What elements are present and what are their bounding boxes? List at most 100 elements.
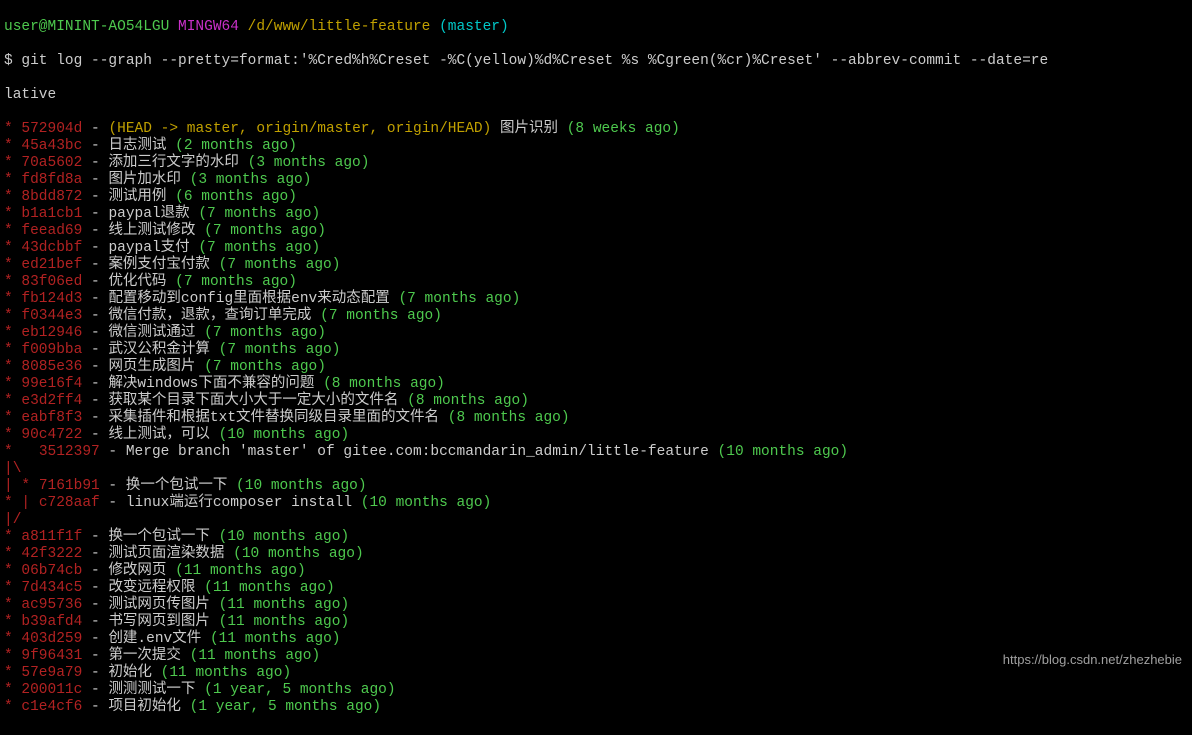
commit-time: (10 months ago) xyxy=(219,427,350,443)
commit-line: |/ xyxy=(4,512,1188,529)
separator: - xyxy=(82,172,108,188)
commit-message: 书写网页到图片 xyxy=(108,614,218,630)
commit-time: (10 months ago) xyxy=(236,478,367,494)
separator: - xyxy=(82,291,108,307)
graph-mark: * xyxy=(4,410,21,426)
git-log-output: * 572904d - (HEAD -> master, origin/mast… xyxy=(4,121,1188,716)
commit-time: (8 weeks ago) xyxy=(567,121,680,137)
graph-mark: * xyxy=(4,580,21,596)
commit-message: paypal支付 xyxy=(108,240,198,256)
graph-mark: * xyxy=(4,206,21,222)
commit-hash: c1e4cf6 xyxy=(21,699,82,715)
commit-time: (10 months ago) xyxy=(718,444,849,460)
separator: - xyxy=(82,614,108,630)
commit-line: * a811f1f - 换一个包试一下 (10 months ago) xyxy=(4,529,1188,546)
commit-hash: 45a43bc xyxy=(21,138,82,154)
graph-mark: * xyxy=(4,665,21,681)
commit-line: * e3d2ff4 - 获取某个目录下面大小大于一定大小的文件名 (8 mont… xyxy=(4,393,1188,410)
graph-mark: | * xyxy=(4,478,39,494)
graph-mark: * xyxy=(4,376,21,392)
commit-message: 武汉公积金计算 xyxy=(108,342,218,358)
separator: - xyxy=(82,206,108,222)
commit-hash: 7d434c5 xyxy=(21,580,82,596)
commit-time: (3 months ago) xyxy=(248,155,370,171)
commit-hash: fb124d3 xyxy=(21,291,82,307)
commit-message: 测测测试一下 xyxy=(108,682,204,698)
commit-line: * 42f3222 - 测试页面渲染数据 (10 months ago) xyxy=(4,546,1188,563)
commit-time: (7 months ago) xyxy=(198,206,320,222)
commit-time: (7 months ago) xyxy=(398,291,520,307)
commit-line: * 70a5602 - 添加三行文字的水印 (3 months ago) xyxy=(4,155,1188,172)
graph-mark: * xyxy=(4,172,21,188)
commit-time: (11 months ago) xyxy=(219,597,350,613)
separator: - xyxy=(82,138,108,154)
commit-message: 线上测试，可以 xyxy=(108,427,218,443)
separator: - xyxy=(82,393,108,409)
prompt-line: user@MININT-AO54LGU MINGW64 /d/www/littl… xyxy=(4,19,1188,36)
commit-hash: ed21bef xyxy=(21,257,82,273)
commit-hash: e3d2ff4 xyxy=(21,393,82,409)
prompt-branch: (master) xyxy=(439,19,509,35)
commit-time: (8 months ago) xyxy=(407,393,529,409)
separator: - xyxy=(82,699,108,715)
commit-time: (7 months ago) xyxy=(204,325,326,341)
prompt-mingw: MINGW64 xyxy=(178,19,239,35)
commit-message: linux端运行composer install xyxy=(126,495,361,511)
graph-mark: * xyxy=(4,325,21,341)
commit-hash: 7161b91 xyxy=(39,478,100,494)
commit-message: 配置移动到config里面根据env来动态配置 xyxy=(108,291,398,307)
graph-branch: |/ xyxy=(4,512,21,528)
command-line-wrap: lative xyxy=(4,87,1188,104)
commit-hash: f009bba xyxy=(21,342,82,358)
terminal-output[interactable]: user@MININT-AO54LGU MINGW64 /d/www/littl… xyxy=(0,0,1192,735)
graph-mark: * xyxy=(4,121,21,137)
commit-hash: 572904d xyxy=(21,121,82,137)
commit-hash: 8085e36 xyxy=(21,359,82,375)
graph-mark: * xyxy=(4,393,21,409)
separator: - xyxy=(82,665,108,681)
commit-line: * 8bdd872 - 测试用例 (6 months ago) xyxy=(4,189,1188,206)
commit-line: * 06b74cb - 修改网页 (11 months ago) xyxy=(4,563,1188,580)
separator: - xyxy=(82,274,108,290)
commit-line: * 200011c - 测测测试一下 (1 year, 5 months ago… xyxy=(4,682,1188,699)
command-line: $ git log --graph --pretty=format:'%Cred… xyxy=(4,53,1188,70)
commit-line: * ac95736 - 测试网页传图片 (11 months ago) xyxy=(4,597,1188,614)
commit-message: 解决windows下面不兼容的问题 xyxy=(108,376,323,392)
graph-mark: * xyxy=(4,699,21,715)
graph-mark: * xyxy=(4,138,21,154)
separator: - xyxy=(82,427,108,443)
commit-line: * fd8fd8a - 图片加水印 (3 months ago) xyxy=(4,172,1188,189)
separator: - xyxy=(100,495,126,511)
commit-time: (11 months ago) xyxy=(161,665,292,681)
prompt-user: user@MININT-AO54LGU xyxy=(4,19,169,35)
separator: - xyxy=(82,325,108,341)
graph-mark: * xyxy=(4,189,21,205)
separator: - xyxy=(82,529,108,545)
commit-message: 改变远程权限 xyxy=(108,580,204,596)
graph-mark: * xyxy=(4,359,21,375)
commit-time: (7 months ago) xyxy=(175,274,297,290)
commit-message: 创建.env文件 xyxy=(108,631,210,647)
separator: - xyxy=(82,359,108,375)
separator: - xyxy=(82,546,108,562)
commit-message: 测试网页传图片 xyxy=(108,597,218,613)
graph-mark: * xyxy=(4,597,21,613)
commit-line: | * 7161b91 - 换一个包试一下 (10 months ago) xyxy=(4,478,1188,495)
commit-line: * eb12946 - 微信测试通过 (7 months ago) xyxy=(4,325,1188,342)
commit-line: * 43dcbbf - paypal支付 (7 months ago) xyxy=(4,240,1188,257)
commit-line: * fb124d3 - 配置移动到config里面根据env来动态配置 (7 m… xyxy=(4,291,1188,308)
commit-time: (11 months ago) xyxy=(219,614,350,630)
separator: - xyxy=(82,342,108,358)
commit-hash: 57e9a79 xyxy=(21,665,82,681)
separator: - xyxy=(82,631,108,647)
commit-time: (11 months ago) xyxy=(204,580,335,596)
graph-mark: * xyxy=(4,631,21,647)
commit-hash: 70a5602 xyxy=(21,155,82,171)
commit-time: (11 months ago) xyxy=(190,648,321,664)
commit-time: (7 months ago) xyxy=(204,223,326,239)
commit-time: (10 months ago) xyxy=(219,529,350,545)
commit-time: (10 months ago) xyxy=(233,546,364,562)
commit-hash: 42f3222 xyxy=(21,546,82,562)
commit-message: 图片识别 xyxy=(491,121,566,137)
graph-mark: * xyxy=(4,682,21,698)
